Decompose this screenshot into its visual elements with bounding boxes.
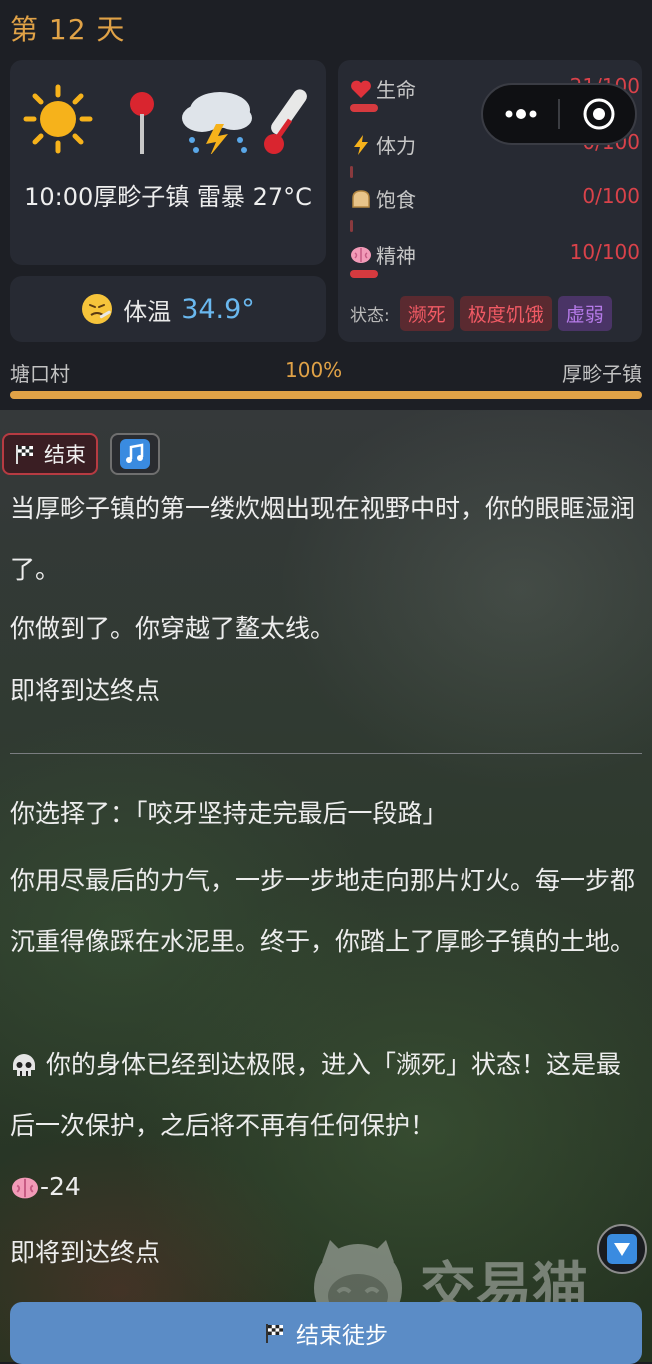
- end-hike-button-label: 结束徒步: [296, 1323, 388, 1349]
- stat-health-bar: [350, 104, 378, 112]
- story-paragraph: 你做到了。你穿越了鳌太线。: [10, 614, 336, 643]
- stat-spirit-label: 精神: [376, 244, 416, 268]
- status-header: 第 12 天 10:00厚畛子镇 雷暴 27°C 体温 34.9° 生命 体力 …: [0, 0, 652, 410]
- stat-satiety-bar: [350, 220, 353, 232]
- body-temperature-value: 34.9°: [181, 293, 255, 325]
- stat-spirit: 精神 10/100: [350, 240, 640, 280]
- thunderstorm-icon: [182, 92, 252, 154]
- choice-text: 你选择了：「咬牙坚持走完最后一段路」: [10, 799, 448, 828]
- stat-satiety-label: 饱食: [376, 188, 416, 212]
- story-paragraph: 当厚畛子镇的第一缕炊烟出现在视野中时，你的眼眶湿润了。: [10, 494, 636, 584]
- route-destination: 厚畛子镇: [562, 362, 642, 386]
- status-badge-dying: 濒死: [399, 296, 454, 331]
- status-badge-starving: 极度饥饿: [459, 296, 552, 331]
- result-text: 你用尽最后的力气，一步一步地走向那片灯火。每一步都沉重得像踩在水泥里。终于，你踏…: [10, 866, 636, 956]
- capsule-icons: [505, 98, 615, 130]
- pushpin-icon: [130, 92, 154, 154]
- status-label: 状态:: [350, 306, 390, 326]
- route-progress-fill: [10, 391, 642, 399]
- stat-satiety-value: 0/100: [582, 184, 640, 208]
- weather-condition: 雷暴: [196, 183, 245, 211]
- sun-icon: [23, 84, 93, 154]
- more-icon[interactable]: [505, 109, 537, 119]
- story-panel[interactable]: 结束 当厚畛子镇的第一缕炊烟出现在视野中时，你的眼眶湿润了。 你做到了。你穿越了…: [0, 410, 652, 1362]
- checkered-flag-icon: [16, 445, 33, 464]
- route-info: 塘口村 100% 厚畛子镇: [10, 358, 642, 386]
- route-progress-text: 100%: [285, 358, 343, 382]
- checkered-flag-icon: [266, 1324, 283, 1343]
- warning-text: 你的身体已经到达极限，进入「濒死」状态！这是最后一次保护，之后将不再有任何保护！: [10, 1034, 642, 1156]
- body-temperature-card: 体温 34.9°: [10, 276, 326, 342]
- status-badge-weak: 虚弱: [557, 296, 612, 331]
- day-counter: 第 12 天: [10, 13, 126, 46]
- skull-icon: [13, 1054, 35, 1076]
- music-note-icon: [120, 439, 150, 469]
- stat-stamina-bar: [350, 166, 353, 178]
- end-hike-button[interactable]: 结束徒步: [10, 1302, 642, 1364]
- story-paragraph: 即将到达终点: [10, 676, 161, 705]
- weather-readout: 10:00厚畛子镇 雷暴 27°C: [10, 180, 326, 214]
- scroll-down-button[interactable]: [597, 1224, 647, 1274]
- stat-spirit-bar: [350, 270, 378, 278]
- weather-location: 厚畛子镇: [93, 183, 190, 211]
- stat-health-label: 生命: [376, 78, 416, 102]
- down-arrow-icon: [607, 1234, 637, 1264]
- music-button[interactable]: [110, 433, 160, 475]
- bread-icon: [352, 189, 370, 208]
- stat-spirit-value: 10/100: [569, 240, 640, 264]
- route-progress-bar: [10, 391, 642, 399]
- brain-icon: [351, 246, 371, 263]
- effect-text: -24: [10, 1156, 642, 1217]
- status-effects: 状态: 濒死 极度饥饿 虚弱: [350, 296, 612, 331]
- miniprogram-capsule: [481, 83, 637, 145]
- brain-icon: [12, 1177, 38, 1199]
- close-target-icon[interactable]: [583, 98, 615, 130]
- thermometer-icon: [264, 89, 307, 154]
- effect-value: -24: [40, 1172, 81, 1201]
- end-tag: 结束: [2, 433, 98, 475]
- weather-time: 10:00: [24, 183, 94, 211]
- weather-icons: [23, 84, 307, 154]
- warning-message: 你的身体已经到达极限，进入「濒死」状态！这是最后一次保护，之后将不再有任何保护！: [10, 1050, 621, 1140]
- route-start: 塘口村: [10, 362, 70, 386]
- body-temperature-label: 体温: [123, 297, 172, 326]
- stat-stamina-label: 体力: [376, 134, 416, 158]
- story-divider: [10, 753, 642, 754]
- weather-temperature: 27°C: [252, 183, 312, 211]
- weather-card: 10:00厚畛子镇 雷暴 27°C: [10, 60, 326, 265]
- end-tag-label: 结束: [44, 443, 86, 467]
- heart-icon: [351, 80, 371, 98]
- lightning-icon: [354, 134, 368, 155]
- stat-satiety: 饱食 0/100: [350, 184, 640, 232]
- sick-face-icon: [82, 294, 113, 324]
